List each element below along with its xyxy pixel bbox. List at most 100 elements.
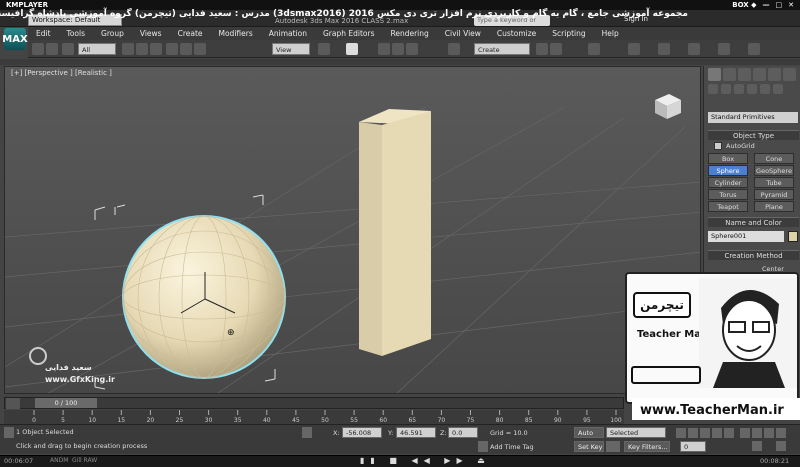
menu-graph-editors[interactable]: Graph Editors [315, 29, 383, 38]
named-selection-dropdown[interactable]: Create Selection Se [474, 43, 530, 66]
time-slider-thumb[interactable]: 0 / 100 [35, 398, 97, 408]
name-color-rollout[interactable]: Name and Color [708, 217, 799, 227]
tube-button[interactable]: Tube [754, 177, 794, 188]
align-icon[interactable] [550, 43, 562, 55]
menu-edit[interactable]: Edit [28, 29, 59, 38]
playback-buttons-icon[interactable]: ▮▮ ■ ◀◀ ▶▶ ⏏ [360, 456, 491, 465]
set-key-icon[interactable] [606, 441, 620, 452]
next-frame-icon[interactable] [712, 428, 722, 438]
play-icon[interactable] [700, 428, 710, 438]
curve-editor-icon[interactable] [628, 43, 640, 55]
select-object-icon[interactable] [122, 43, 134, 55]
shapes-icon[interactable] [721, 84, 731, 94]
link-icon[interactable] [62, 43, 74, 55]
menu-create[interactable]: Create [170, 29, 211, 38]
material-editor-icon[interactable] [658, 43, 670, 55]
autogrid-checkbox[interactable] [714, 142, 722, 150]
render-setup-icon[interactable] [688, 43, 700, 55]
set-key-button[interactable]: Set Key [574, 441, 604, 452]
maxscript-listener-icon[interactable] [4, 427, 14, 438]
selection-filter-dropdown[interactable]: All [78, 43, 116, 55]
key-filters-button[interactable]: Key Filters... [624, 441, 670, 452]
helpers-icon[interactable] [760, 84, 770, 94]
pan-icon[interactable] [752, 441, 762, 451]
app-logo[interactable]: MAX [2, 28, 28, 50]
menu-civil-view[interactable]: Civil View [437, 29, 489, 38]
display-tab-icon[interactable] [768, 68, 781, 81]
orbit-icon[interactable] [776, 428, 786, 438]
sphere-button[interactable]: Sphere [708, 165, 748, 176]
viewport-label[interactable]: [+] [Perspective ] [Realistic ] [11, 69, 112, 77]
menu-group[interactable]: Group [93, 29, 132, 38]
render-frame-icon[interactable] [718, 43, 730, 55]
percent-snap-icon[interactable] [406, 43, 418, 55]
box-button[interactable]: Box [708, 153, 748, 164]
render-icon[interactable] [748, 43, 760, 55]
menu-tools[interactable]: Tools [59, 29, 93, 38]
object-type-rollout[interactable]: Object Type [708, 130, 799, 140]
create-tab-icon[interactable] [708, 68, 721, 81]
spacewarps-icon[interactable] [773, 84, 783, 94]
menu-customize[interactable]: Customize [489, 29, 544, 38]
plane-button[interactable]: Plane [754, 201, 794, 212]
lights-icon[interactable] [734, 84, 744, 94]
undo-icon[interactable] [32, 43, 44, 55]
maximize-viewport-icon[interactable] [776, 441, 786, 451]
scale-icon[interactable] [194, 43, 206, 55]
menu-rendering[interactable]: Rendering [382, 29, 436, 38]
close-icon[interactable]: ✕ [788, 1, 794, 9]
geosphere-button[interactable]: GeoSphere [754, 165, 794, 176]
go-to-end-icon[interactable] [724, 428, 734, 438]
torus-button[interactable]: Torus [708, 189, 748, 200]
rotate-icon[interactable] [180, 43, 192, 55]
category-dropdown[interactable]: Standard Primitives [708, 112, 798, 123]
lock-selection-icon[interactable] [302, 427, 312, 438]
previous-frame-icon[interactable] [688, 428, 698, 438]
x-coord-field[interactable]: -56.008 [342, 427, 382, 438]
y-coord-field[interactable]: 46.591 [396, 427, 436, 438]
key-set-dropdown[interactable]: Selected [606, 427, 666, 438]
select-by-name-icon[interactable] [136, 43, 148, 55]
time-slider-track[interactable]: 0 / 100 [4, 397, 624, 409]
reference-coord-dropdown[interactable]: View [272, 43, 310, 55]
menu-animation[interactable]: Animation [261, 29, 315, 38]
timeline-menu-icon[interactable] [6, 398, 20, 409]
zoom-extents-icon[interactable] [764, 428, 774, 438]
object-color-swatch[interactable] [788, 231, 798, 242]
perspective-viewport[interactable]: ⊕ [+] [Perspective ] [Realistic ] سعید ف… [4, 66, 701, 394]
go-to-start-icon[interactable] [676, 428, 686, 438]
auto-key-button[interactable]: Auto Key [574, 427, 604, 448]
zoom-all-icon[interactable] [752, 428, 762, 438]
select-manipulate-icon[interactable] [346, 43, 358, 55]
mirror-icon[interactable] [536, 43, 548, 55]
z-coord-field[interactable]: 0.0 [448, 427, 478, 438]
pyramid-button[interactable]: Pyramid [754, 189, 794, 200]
teapot-button[interactable]: Teapot [708, 201, 748, 212]
utilities-tab-icon[interactable] [783, 68, 796, 81]
geometry-icon[interactable] [708, 84, 718, 94]
hierarchy-tab-icon[interactable] [738, 68, 751, 81]
menu-scripting[interactable]: Scripting [544, 29, 593, 38]
angle-snap-icon[interactable] [392, 43, 404, 55]
player-mode[interactable]: BOX ◆ [732, 1, 756, 9]
minimize-icon[interactable]: — [763, 1, 770, 9]
cameras-icon[interactable] [747, 84, 757, 94]
motion-tab-icon[interactable] [753, 68, 766, 81]
modify-tab-icon[interactable] [723, 68, 736, 81]
current-frame-field[interactable]: 0 [680, 441, 706, 452]
menu-help[interactable]: Help [594, 29, 627, 38]
layer-icon[interactable] [588, 43, 600, 55]
cone-button[interactable]: Cone [754, 153, 794, 164]
track-bar[interactable]: 0 5 10 15 20 25 30 35 40 45 50 55 60 65 70 75 80 85 90 95 10… [4, 410, 624, 424]
creation-method-rollout[interactable]: Creation Method [708, 250, 799, 260]
cylinder-button[interactable]: Cylinder [708, 177, 748, 188]
redo-icon[interactable] [46, 43, 58, 55]
named-selection-icon[interactable] [448, 43, 460, 55]
add-time-tag-button[interactable]: Add Time Tag [490, 443, 534, 451]
move-icon[interactable] [166, 43, 178, 55]
menu-views[interactable]: Views [132, 29, 170, 38]
selection-region-icon[interactable] [150, 43, 162, 55]
snap-toggle-icon[interactable] [378, 43, 390, 55]
time-tag-icon[interactable] [478, 441, 488, 452]
zoom-icon[interactable] [740, 428, 750, 438]
